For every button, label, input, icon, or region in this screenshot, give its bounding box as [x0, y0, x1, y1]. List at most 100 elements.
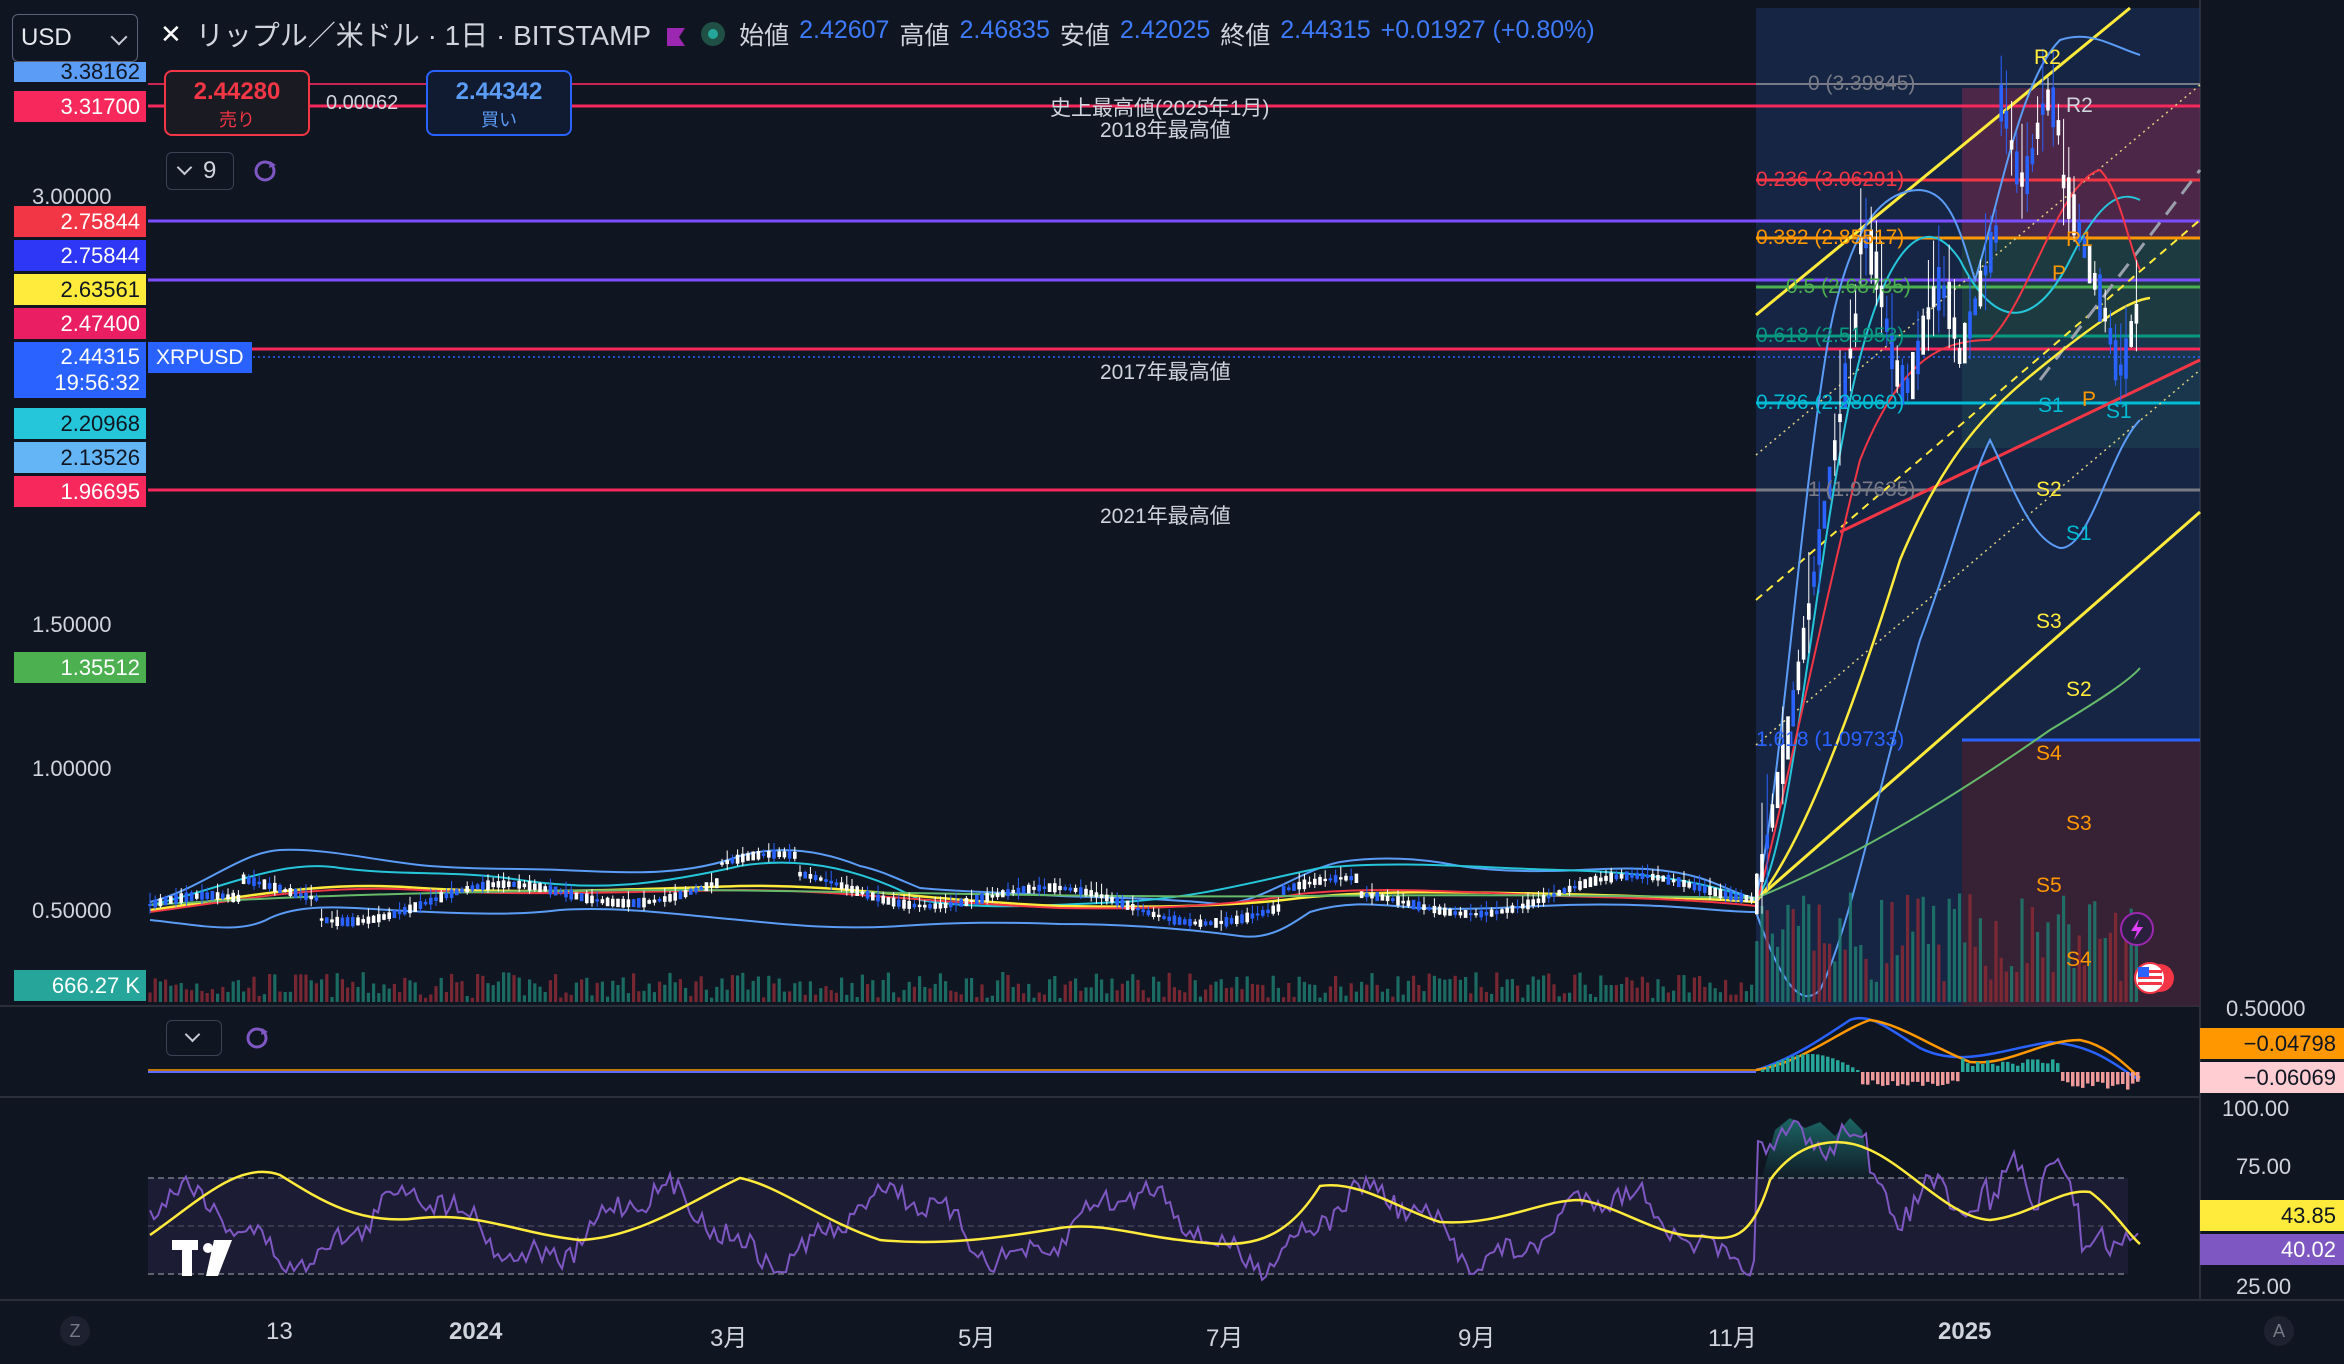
volume-bar: [590, 995, 594, 1002]
rsi-pane[interactable]: [148, 1118, 2141, 1282]
symbol-title[interactable]: リップル／米ドル · 1日 · BITSTAMP: [196, 14, 651, 54]
macd-collapse-button[interactable]: [166, 1020, 222, 1056]
market-status-icon[interactable]: [701, 22, 726, 46]
macd-histogram-bar: [1911, 1072, 1915, 1082]
candle-body: [1006, 889, 1010, 897]
annotation-high-2018[interactable]: 2018年最高値: [1100, 114, 1231, 144]
volume-bar: [1058, 998, 1062, 1002]
auto-scale-right-button[interactable]: A: [2264, 1316, 2294, 1346]
candle-body: [226, 894, 230, 900]
fib-label-0236[interactable]: 0.236 (3.06291): [1756, 168, 1904, 192]
volume-bar: [819, 988, 823, 1002]
volume-bar: [1110, 978, 1114, 1002]
candle-body: [673, 892, 677, 901]
volume-bar: [892, 992, 896, 1002]
volume-bar: [1245, 976, 1249, 1002]
price-label-2-635[interactable]: 2.63561: [14, 274, 146, 305]
rsi-label-value[interactable]: 40.02: [2200, 1234, 2344, 1265]
spread-value: 0.00062: [326, 92, 399, 114]
candle-body: [1110, 896, 1114, 903]
volume-bar: [595, 982, 599, 1002]
volume-bar: [1573, 974, 1577, 1002]
volume-bar: [1786, 904, 1790, 1002]
buy-button[interactable]: 2.44342 買い: [426, 70, 572, 136]
refresh-icon[interactable]: [244, 1025, 270, 1051]
price-label-1-355[interactable]: 1.35512: [14, 652, 146, 683]
price-label-1-966[interactable]: 1.96695: [14, 476, 146, 507]
price-label-3-317[interactable]: 3.31700: [14, 91, 146, 122]
flag-icon[interactable]: [665, 23, 687, 46]
volume-bar: [772, 983, 776, 1002]
rsi-label-ma[interactable]: 43.85: [2200, 1200, 2344, 1231]
candle-body: [1172, 915, 1177, 925]
volume-label[interactable]: 666.27 K: [14, 970, 146, 1001]
volume-bar: [964, 978, 968, 1002]
candle-body: [1838, 413, 1842, 423]
volume-bar: [1854, 946, 1858, 1002]
chevron-down-icon: [184, 1026, 201, 1043]
macd-label-macd[interactable]: −0.06069: [2200, 1062, 2344, 1093]
volume-bar: [2108, 932, 2112, 1002]
price-label-2-758-red[interactable]: 2.75844: [14, 206, 146, 237]
indicator-toggle-button[interactable]: 9: [166, 152, 234, 190]
macd-histogram-bar: [1851, 1067, 1855, 1072]
price-label-last[interactable]: 2.44315 19:56:32: [14, 342, 146, 398]
fib-label-1618[interactable]: 1.618 (1.09733): [1756, 728, 1904, 752]
volume-bar: [897, 997, 901, 1002]
candle-body: [543, 886, 547, 892]
volume-bar: [637, 991, 641, 1002]
volume-bar: [642, 990, 646, 1002]
annotation-high-2017[interactable]: 2017年最高値: [1100, 356, 1231, 386]
macd-label-signal[interactable]: −0.04798: [2200, 1028, 2344, 1059]
candle-body: [1157, 914, 1161, 918]
fib-label-1[interactable]: 1 (1.97635): [1808, 478, 1915, 502]
volume-bar: [1094, 973, 1098, 1002]
symbol-tag[interactable]: XRPUSD: [148, 342, 252, 373]
volume-bar: [1583, 984, 1587, 1002]
candle-body: [257, 881, 261, 885]
lightning-icon[interactable]: [2120, 912, 2154, 946]
candle-body: [1261, 910, 1265, 916]
volume-bar: [1880, 899, 1884, 1002]
price-label-2-474[interactable]: 2.47400: [14, 308, 146, 339]
candle-body: [439, 892, 443, 903]
volume-bar: [1578, 972, 1582, 1002]
ohlc-close-label: 終値: [1220, 22, 1271, 50]
volume-bar: [1869, 979, 1873, 1002]
price-label-2-135[interactable]: 2.13526: [14, 442, 146, 473]
candle-body: [647, 900, 651, 904]
candle-body: [590, 895, 594, 904]
macd-histogram-bar: [1901, 1072, 1905, 1085]
fib-label-0[interactable]: 0 (3.39845): [1808, 72, 1915, 96]
price-label-2-758-blue[interactable]: 2.75844: [14, 240, 146, 271]
volume-bar: [881, 980, 885, 1002]
refresh-icon[interactable]: [252, 158, 278, 184]
fib-label-0382[interactable]: 0.382 (2.85517): [1756, 226, 1904, 250]
volume-bar: [741, 972, 745, 1002]
price-chart[interactable]: [0, 0, 2344, 1364]
price-label-2-209[interactable]: 2.20968: [14, 408, 146, 439]
volume-bar: [184, 989, 188, 1002]
candle-body: [1198, 919, 1203, 927]
macd-pane[interactable]: [148, 1016, 2141, 1090]
price-label-3-38[interactable]: 3.38162: [14, 62, 146, 82]
candle-body: [1515, 906, 1520, 909]
volume-bar: [320, 979, 324, 1002]
close-icon[interactable]: ✕: [160, 19, 182, 50]
fib-label-0618[interactable]: 0.618 (2.51953): [1756, 324, 1904, 348]
auto-scale-left-button[interactable]: Z: [60, 1316, 90, 1346]
events-icon[interactable]: [2120, 958, 2176, 998]
candle-body: [1957, 347, 1962, 364]
sell-button[interactable]: 2.44280 売り: [164, 70, 310, 136]
fib-label-05[interactable]: 0.5 (2.68735): [1786, 275, 1911, 299]
candle-body: [1411, 899, 1416, 910]
time-axis[interactable]: Z 13 2024 3月 5月 7月 9月 11月 2025 A: [0, 1302, 2344, 1364]
fib-label-0786[interactable]: 0.786 (2.28060): [1756, 391, 1904, 415]
volume-bar: [538, 986, 542, 1002]
candle-body: [1084, 888, 1088, 896]
macd-histogram-bar: [2041, 1062, 2045, 1072]
annotation-high-2021[interactable]: 2021年最高値: [1100, 500, 1231, 530]
currency-select[interactable]: USD: [12, 14, 138, 62]
candle-body: [860, 891, 865, 895]
volume-bar: [730, 975, 734, 1002]
